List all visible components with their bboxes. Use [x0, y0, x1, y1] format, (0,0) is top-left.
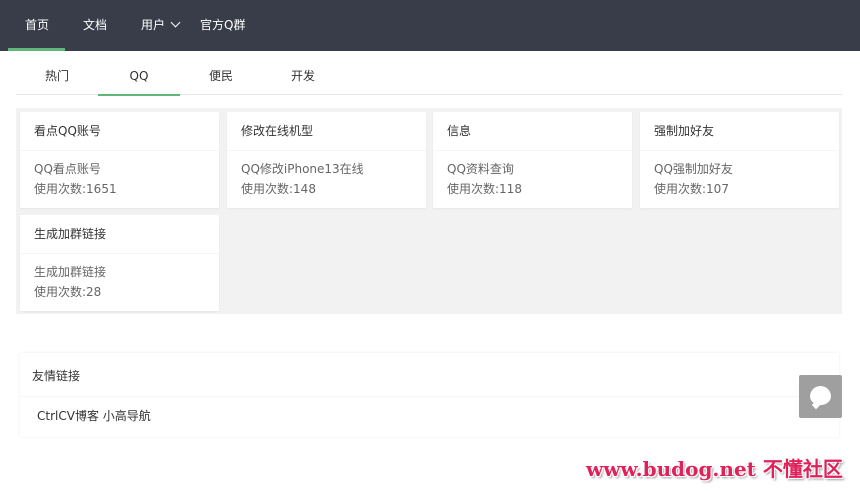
tab-convenience[interactable]: 便民 [180, 60, 262, 95]
category-tabs: 热门 QQ 便民 开发 [16, 60, 842, 96]
friend-links-list: CtrlCV博客 小高导航 [20, 397, 839, 435]
nav-item-docs[interactable]: 文档 [83, 0, 107, 51]
card-usage: 使用次数:28 [34, 285, 102, 299]
friend-links-title: 友情链接 [20, 353, 839, 397]
card-body: QQ资料查询 使用次数:118 [433, 151, 632, 199]
site-watermark: www.budog.net 不懂社区 [586, 457, 843, 481]
nav-item-home[interactable]: 首页 [7, 0, 66, 51]
card-usage: 使用次数:148 [241, 182, 316, 196]
nav-item-user-label: 用户 [141, 18, 166, 32]
tab-hot[interactable]: 热门 [16, 60, 98, 95]
card-desc: QQ修改iPhone13在线 [241, 162, 364, 176]
tab-qq[interactable]: QQ [98, 60, 180, 96]
nav-item-user[interactable]: 用户 [141, 0, 181, 51]
friend-link-ctrlcv[interactable]: CtrlCV博客 [37, 409, 99, 423]
tab-dev[interactable]: 开发 [262, 60, 344, 95]
card-body: QQ修改iPhone13在线 使用次数:148 [227, 151, 426, 199]
tool-card[interactable]: 生成加群链接 生成加群链接 使用次数:28 [20, 215, 219, 311]
friend-link-xiaogao[interactable]: 小高导航 [103, 409, 151, 423]
card-title: 看点QQ账号 [20, 112, 219, 151]
card-usage: 使用次数:1651 [34, 182, 117, 196]
tool-card[interactable]: 信息 QQ资料查询 使用次数:118 [433, 112, 632, 208]
card-title: 强制加好友 [640, 112, 839, 151]
card-body: QQ强制加好友 使用次数:107 [640, 151, 839, 199]
tool-card[interactable]: 看点QQ账号 QQ看点账号 使用次数:1651 [20, 112, 219, 208]
card-desc: QQ强制加好友 [654, 162, 733, 176]
nav-item-qq-group[interactable]: 官方Q群 [200, 0, 245, 51]
card-title: 修改在线机型 [227, 112, 426, 151]
card-usage: 使用次数:118 [447, 182, 522, 196]
card-body: QQ看点账号 使用次数:1651 [20, 151, 219, 199]
card-title: 信息 [433, 112, 632, 151]
card-desc: QQ看点账号 [34, 162, 101, 176]
tool-card[interactable]: 强制加好友 QQ强制加好友 使用次数:107 [640, 112, 839, 208]
friend-links-panel: 友情链接 CtrlCV博客 小高导航 [20, 353, 839, 437]
card-body: 生成加群链接 使用次数:28 [20, 254, 219, 302]
top-navbar: 首页 文档 用户 官方Q群 [0, 0, 860, 51]
qq-chat-button[interactable] [799, 375, 842, 418]
card-title: 生成加群链接 [20, 215, 219, 254]
card-usage: 使用次数:107 [654, 182, 729, 196]
tool-card-grid: 看点QQ账号 QQ看点账号 使用次数:1651 修改在线机型 QQ修改iPhon… [16, 108, 842, 314]
card-desc: QQ资料查询 [447, 162, 514, 176]
card-desc: 生成加群链接 [34, 265, 107, 279]
tool-card[interactable]: 修改在线机型 QQ修改iPhone13在线 使用次数:148 [227, 112, 426, 208]
chevron-down-icon [170, 17, 181, 28]
